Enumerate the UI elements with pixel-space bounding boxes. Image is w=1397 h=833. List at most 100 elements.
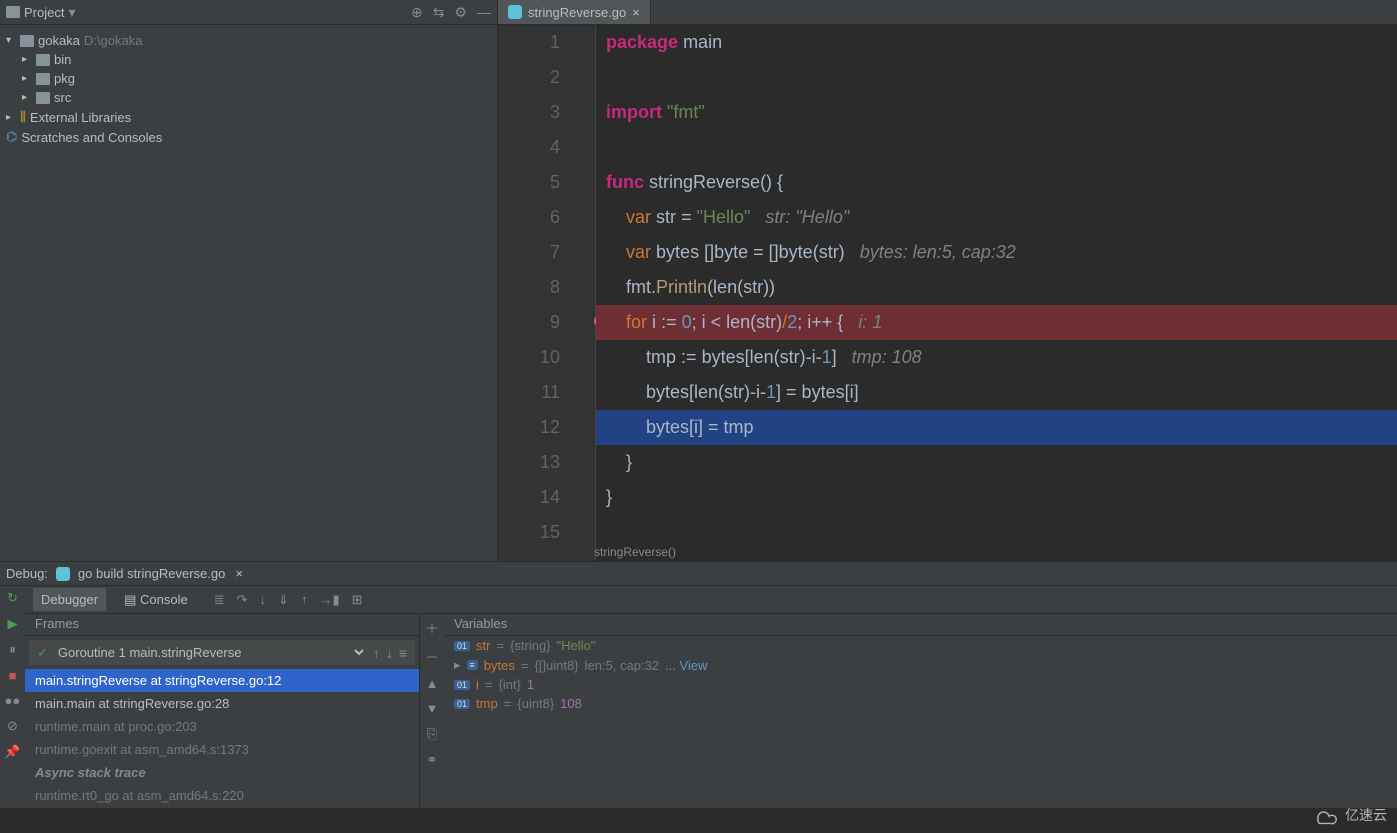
line-num[interactable]: 6 xyxy=(498,200,560,235)
scratches[interactable]: ⌬Scratches and Consoles xyxy=(0,127,497,147)
project-dropdown-icon[interactable]: ▾ xyxy=(68,4,75,21)
breakpoints-icon[interactable]: ●● xyxy=(5,693,21,708)
var-badge: ≡ xyxy=(467,660,478,670)
debugger-tab[interactable]: Debugger xyxy=(33,588,106,611)
root-name: gokaka xyxy=(38,33,80,48)
editor-tabbar: stringReverse.go × xyxy=(498,0,1397,25)
folder-icon xyxy=(36,54,50,66)
copy-icon[interactable]: ⎘ xyxy=(427,726,437,742)
line-num[interactable]: 9 xyxy=(498,305,560,340)
expand-icon[interactable]: ▸ xyxy=(22,54,32,65)
sidebar-title: Project xyxy=(24,5,64,20)
gutter-strip xyxy=(578,25,596,561)
step-over-icon[interactable]: ≣ xyxy=(214,592,225,608)
collapse-icon[interactable]: ⇆ xyxy=(433,4,445,21)
line-num[interactable]: 13 xyxy=(498,445,560,480)
var-row[interactable]: ▸≡bytes= {[]uint8} len:5, cap:32... View xyxy=(444,655,1397,675)
expand-icon[interactable]: ▸ xyxy=(22,73,32,84)
next-frame-icon[interactable]: ↓ xyxy=(386,645,393,661)
step-into-icon[interactable]: ↷ xyxy=(237,592,248,608)
frame-row[interactable]: runtime.main at proc.go:203 xyxy=(25,715,419,738)
go-file-icon xyxy=(508,5,522,19)
evaluate-icon[interactable]: ⊞ xyxy=(352,592,363,608)
var-badge: 01 xyxy=(454,680,470,690)
line-num[interactable]: 4 xyxy=(498,130,560,165)
resume-icon[interactable]: ▶ xyxy=(8,616,18,632)
locate-icon[interactable]: ⊕ xyxy=(411,4,423,21)
debug-bar: Debug: go build stringReverse.go × xyxy=(0,561,1397,586)
folder-icon xyxy=(20,35,34,47)
link-icon[interactable]: ⚭ xyxy=(427,752,438,768)
down-icon[interactable]: ▼ xyxy=(426,701,439,716)
debug-label: Debug: xyxy=(6,566,48,581)
frames-panel: Frames ✓ Goroutine 1 main.stringReverse … xyxy=(25,614,420,808)
code-area[interactable]: 1 2 3 4 5 6 7 8 9 10 11 12 13 14 15 pack… xyxy=(498,25,1397,561)
breadcrumb[interactable]: stringReverse() xyxy=(594,543,676,561)
folder-icon xyxy=(36,92,50,104)
expand-icon[interactable]: ▸ xyxy=(22,92,32,103)
line-num[interactable]: 14 xyxy=(498,480,560,515)
tree-item-src[interactable]: ▸src xyxy=(0,88,497,107)
watermark: 亿速云 xyxy=(1311,805,1387,825)
var-row[interactable]: 01i= {int} 1 xyxy=(444,675,1397,694)
force-step-icon[interactable]: ⇓ xyxy=(278,592,289,608)
frame-row[interactable]: runtime.rt0_go at asm_amd64.s:220 xyxy=(25,784,419,807)
line-num[interactable]: 3 xyxy=(498,95,560,130)
library-icon: ⫼ xyxy=(20,109,26,125)
external-libraries[interactable]: ▸⫼External Libraries xyxy=(0,107,497,127)
pause-icon[interactable]: ⏸ xyxy=(9,642,16,658)
scratch-icon: ⌬ xyxy=(6,129,17,145)
code[interactable]: package main import "fmt" func stringRev… xyxy=(596,25,1397,561)
run-to-cursor-icon[interactable]: →▮ xyxy=(319,592,339,608)
tab-filename: stringReverse.go xyxy=(528,5,626,20)
line-num[interactable]: 8 xyxy=(498,270,560,305)
project-icon xyxy=(6,6,20,18)
line-num[interactable]: 2 xyxy=(498,60,560,95)
hide-icon[interactable]: — xyxy=(477,4,491,20)
step-out-icon[interactable]: ↑ xyxy=(301,592,308,608)
line-num[interactable]: 10 xyxy=(498,340,560,375)
line-num[interactable]: 7 xyxy=(498,235,560,270)
mute-icon[interactable]: ⊘ xyxy=(7,718,18,734)
rerun-icon[interactable]: ↻ xyxy=(7,590,18,606)
remove-watch-icon[interactable]: － xyxy=(425,647,438,666)
go-icon xyxy=(56,567,70,581)
sidebar-header: Project ▾ ⊕ ⇆ ⚙ — xyxy=(0,0,497,25)
view-link[interactable]: ... View xyxy=(665,658,707,673)
up-icon[interactable]: ▲ xyxy=(426,676,439,691)
tree-item-pkg[interactable]: ▸pkg xyxy=(0,69,497,88)
var-row[interactable]: 01tmp= {uint8} 108 xyxy=(444,694,1397,713)
tree-item-bin[interactable]: ▸bin xyxy=(0,50,497,69)
step-in-icon[interactable]: ↓ xyxy=(260,592,267,608)
goroutine-select[interactable]: Goroutine 1 main.stringReverse xyxy=(54,644,367,661)
close-tab-icon[interactable]: × xyxy=(632,5,640,20)
var-row[interactable]: 01str= {string} "Hello" xyxy=(444,636,1397,655)
line-num[interactable]: 11 xyxy=(498,375,560,410)
add-watch-icon[interactable]: ＋ xyxy=(425,618,438,637)
console-tab[interactable]: ▤ Console xyxy=(116,588,196,612)
filter-icon[interactable]: ≡ xyxy=(399,645,407,661)
line-num[interactable]: 5 xyxy=(498,165,560,200)
close-debug-icon[interactable]: × xyxy=(235,566,243,581)
prev-frame-icon[interactable]: ↑ xyxy=(373,645,380,661)
variables-panel: ＋ － ▲ ▼ ⎘ ⚭ Variables 01str= {string} "H… xyxy=(420,614,1397,808)
stop-icon[interactable]: ■ xyxy=(9,668,17,683)
frame-row[interactable]: runtime.goexit at asm_amd64.s:1373 xyxy=(25,738,419,761)
expand-icon[interactable]: ▾ xyxy=(6,35,16,46)
frame-row[interactable]: main.main at stringReverse.go:28 xyxy=(25,692,419,715)
tree-root[interactable]: ▾ gokaka D:\gokaka xyxy=(0,31,497,50)
line-num[interactable]: 12 xyxy=(498,410,560,445)
goroutine-selector[interactable]: ✓ Goroutine 1 main.stringReverse ↑ ↓ ≡ xyxy=(29,640,415,665)
editor-tab[interactable]: stringReverse.go × xyxy=(498,0,651,24)
line-num[interactable]: 1 xyxy=(498,25,560,60)
debug-config[interactable]: go build stringReverse.go xyxy=(78,566,225,581)
gear-icon[interactable]: ⚙ xyxy=(454,4,467,21)
gutter[interactable]: 1 2 3 4 5 6 7 8 9 10 11 12 13 14 15 xyxy=(498,25,578,561)
var-badge: 01 xyxy=(454,699,470,709)
expand-icon[interactable]: ▸ xyxy=(454,657,461,673)
root-path: D:\gokaka xyxy=(84,33,143,48)
line-num[interactable]: 15 xyxy=(498,515,560,550)
frame-row[interactable]: main.stringReverse at stringReverse.go:1… xyxy=(25,669,419,692)
pin-icon[interactable]: 📌 xyxy=(4,744,20,760)
expand-icon[interactable]: ▸ xyxy=(6,112,16,123)
